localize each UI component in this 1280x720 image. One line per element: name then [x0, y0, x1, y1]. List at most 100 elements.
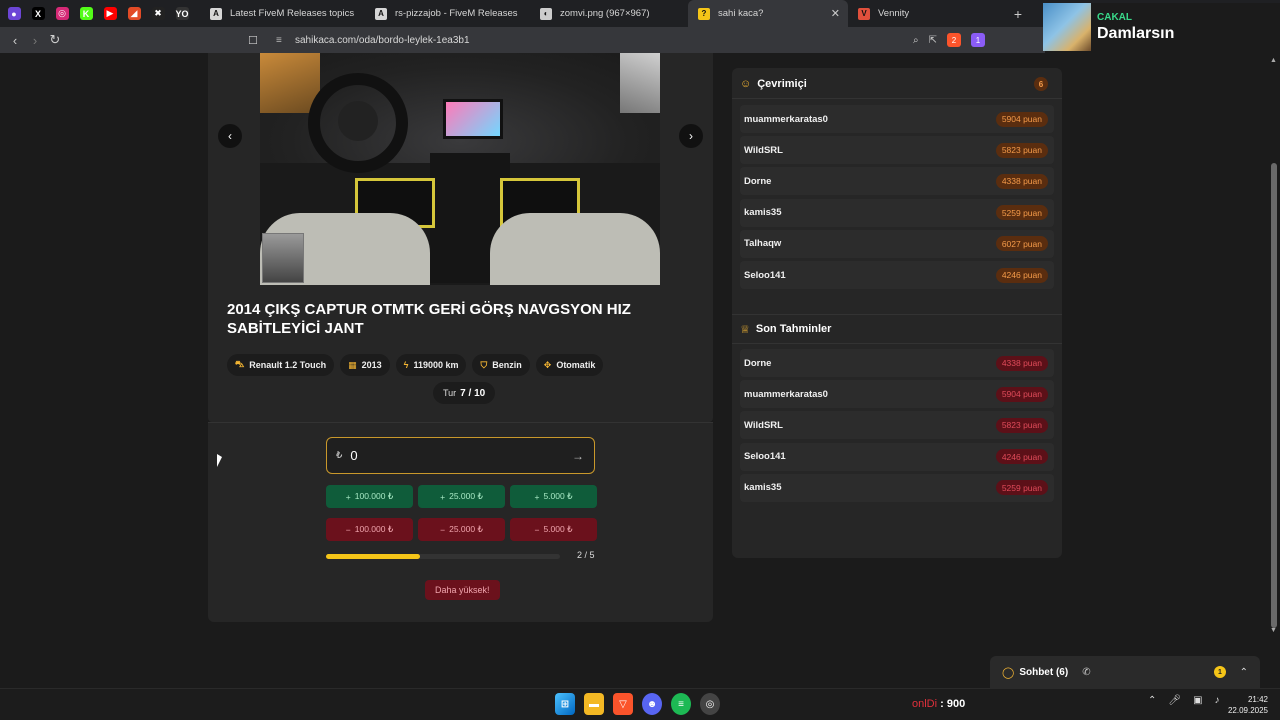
scroll-down-icon[interactable]: ▼ [1270, 627, 1277, 634]
app-icon[interactable]: ◎ [700, 693, 720, 715]
browser-tab[interactable]: A Latest FiveM Releases topics - Cfx.re [200, 0, 365, 27]
yo-icon: YO [175, 7, 189, 20]
instagram-icon: ◎ [55, 7, 69, 20]
page-content: ‹ › 2014 ÇIKŞ CAPTUR OTMTK GERİ GÖRŞ NAV… [0, 53, 1280, 688]
carousel-next-button[interactable]: › [679, 124, 703, 148]
microphone-icon[interactable]: 🎤︎ [1168, 695, 1181, 706]
trophy-icon: ♕ [740, 323, 750, 336]
forward-button[interactable]: › [25, 33, 45, 48]
recent-guess-row: kamis35 5259 puan [740, 473, 1054, 502]
pinned-tab[interactable]: ● [2, 0, 26, 27]
browser-tab[interactable]: Ars-pizzajob - FiveM Releases - Cfx.re [365, 0, 530, 27]
brave-browser-icon[interactable]: ▽ [613, 693, 633, 715]
address-bar[interactable]: ☐ ≡ sahikaca.com/oda/bordo-leylek-1ea3b1… [240, 27, 995, 53]
increase-amount-button[interactable]: +5.000 ₺ [510, 485, 597, 508]
chat-bar[interactable]: ◯ Sohbet (6) ✆ 1 ⌃ [990, 656, 1260, 688]
browser-tab[interactable]: V Vennity [848, 0, 1006, 27]
tab-favicon-icon: ? [698, 7, 710, 20]
minus-icon: − [534, 524, 540, 535]
volume-icon[interactable]: ♪ [1215, 695, 1220, 706]
spec-chip-label: 119000 km [413, 360, 459, 370]
carousel-prev-button[interactable]: ‹ [218, 124, 242, 148]
submit-arrow-icon[interactable]: → [572, 449, 584, 463]
new-tab-button[interactable]: + [1006, 6, 1030, 22]
spotify-icon[interactable]: ≡ [671, 693, 691, 715]
brave-shield-icon[interactable]: 2 [947, 33, 961, 47]
system-clock[interactable]: 21:42 22.09.2025 [1228, 694, 1268, 716]
spec-chip: ▦ 2013 [340, 354, 390, 376]
browser-tab[interactable]: ? sahi kaca? ✕ [688, 0, 848, 27]
tab-title: rs-pizzajob - FiveM Releases - Cfx.re [395, 8, 520, 19]
scroll-up-icon[interactable]: ▲ [1270, 57, 1277, 64]
scrollbar-thumb[interactable] [1271, 163, 1277, 628]
guess-input[interactable] [350, 448, 551, 463]
start-icon[interactable]: ⊞ [555, 693, 575, 715]
pinned-tab[interactable]: ◎ [50, 0, 74, 27]
tab-favicon-icon: A [210, 7, 222, 20]
tray-chevron-icon[interactable]: ⌃ [1148, 695, 1156, 706]
decrease-amount-button[interactable]: −100.000 ₺ [326, 518, 413, 541]
decrease-amount-button[interactable]: −5.000 ₺ [510, 518, 597, 541]
chat-bubble-icon: ◯ [1002, 666, 1015, 679]
tab-title: sahi kaca? [718, 8, 764, 19]
chat-label[interactable]: Sohbet (6) [1019, 667, 1068, 678]
divider [732, 98, 1062, 99]
spec-chip-label: 2013 [361, 360, 382, 370]
mouse-cursor-icon [217, 454, 222, 467]
decrease-amount-button[interactable]: −25.000 ₺ [418, 518, 505, 541]
decrease-buttons: −100.000 ₺ −25.000 ₺ −5.000 ₺ [326, 518, 597, 541]
network-icon[interactable]: ▣ [1193, 695, 1202, 706]
pinned-tab[interactable]: ✖ [146, 0, 170, 27]
close-tab-icon[interactable]: ✕ [831, 7, 840, 20]
pinned-tab[interactable]: ▶ [98, 0, 122, 27]
share-icon[interactable]: ⇱ [929, 35, 937, 46]
spec-chip-label: Otomatik [556, 360, 596, 370]
player-name: kamis35 [744, 207, 782, 219]
guess-card: ₺ → +100.000 ₺+25.000 ₺+5.000 ₺ −100.000… [208, 422, 713, 622]
fuel-icon: ⛉ [480, 359, 488, 370]
zoom-icon[interactable]: ⌕ [913, 35, 919, 46]
pinned-tab[interactable]: YO [170, 0, 194, 27]
site-info-icon[interactable]: ≡ [276, 35, 282, 46]
increase-amount-button[interactable]: +100.000 ₺ [326, 485, 413, 508]
sidebar-card: ☺ Çevrimiçi 6 muammerkaratas0 5904 puan Wi… [732, 68, 1062, 558]
recent-guess-row: Seloo141 4246 puan [740, 442, 1054, 471]
os-taskbar: ⊞ ▬ ▽ ☻ ≡ ◎ onlDi : 900 ⌃ 🎤︎ ▣ ♪ 21:42 2… [0, 688, 1280, 720]
recent-guess-row: muammerkaratas0 5904 puan [740, 380, 1054, 409]
page-scrollbar[interactable]: ▲ ▼ [1270, 53, 1278, 688]
amount-label: 25.000 ₺ [449, 524, 483, 534]
url-text[interactable]: sahikaca.com/oda/bordo-leylek-1ea3b1 [295, 35, 470, 46]
back-button[interactable]: ‹ [5, 33, 25, 48]
browser-tab[interactable]: ◐ zomvi.png (967×967) [530, 0, 688, 27]
player-name: Dorne [744, 175, 772, 187]
brave-rewards-icon[interactable]: 1 [971, 33, 985, 47]
recent-header: ♕ Son Tahminler [740, 315, 1054, 343]
chat-unread-badge: 1 [1214, 666, 1226, 678]
pinned-tab[interactable]: ◢ [122, 0, 146, 27]
bookmark-icon[interactable]: ☐ [248, 34, 258, 47]
youtube-icon: ▶ [103, 7, 117, 20]
guess-input-box[interactable]: ₺ → [326, 437, 595, 474]
chevron-up-icon[interactable]: ⌃ [1240, 667, 1248, 678]
amount-label: 25.000 ₺ [449, 491, 483, 501]
points-badge: 5823 puan [995, 142, 1048, 158]
pinned-tab[interactable]: X [26, 0, 50, 27]
points-badge: 5904 puan [995, 111, 1048, 127]
pinned-tab[interactable]: K [74, 0, 98, 27]
crossout-icon: ✖ [151, 7, 165, 20]
tab-favicon-icon: A [375, 7, 387, 20]
now-playing-widget[interactable]: CAKAL Damlarsın [1043, 3, 1280, 51]
file-explorer-icon[interactable]: ▬ [584, 693, 604, 715]
spec-chip: ϟ 119000 km [395, 354, 467, 376]
online-player-row: Talhaqw 6027 puan [740, 229, 1054, 258]
spec-chip: ✥ Otomatik [535, 354, 604, 376]
online-header: ☺ Çevrimiçi 6 [740, 70, 1054, 98]
increase-amount-button[interactable]: +25.000 ₺ [418, 485, 505, 508]
photo-thumbnail [262, 233, 304, 283]
online-player-row: kamis35 5259 puan [740, 198, 1054, 227]
minus-icon: − [440, 524, 446, 535]
app-icon: ◢ [127, 7, 141, 20]
discord-icon[interactable]: ☻ [642, 693, 662, 715]
phone-icon[interactable]: ✆ [1082, 667, 1090, 678]
reload-button[interactable]: ↻ [45, 32, 65, 48]
